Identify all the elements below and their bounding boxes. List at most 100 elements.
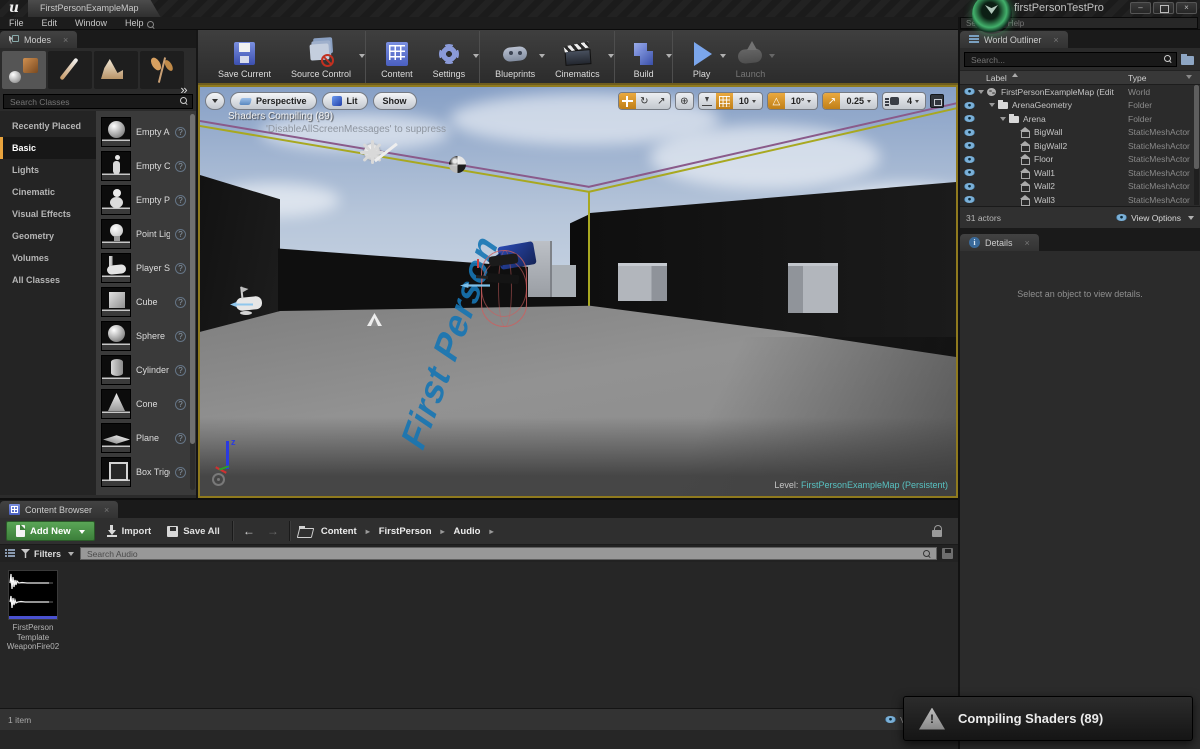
visibility-eye-icon[interactable] <box>964 169 975 176</box>
outliner-row[interactable]: ArenaGeometry Folder <box>960 99 1200 113</box>
help-icon[interactable] <box>175 127 186 138</box>
placement-category[interactable]: Lights <box>0 159 96 181</box>
lock-icon[interactable] <box>932 525 942 537</box>
source-control-button[interactable]: Source Control <box>281 31 366 83</box>
expander-icon[interactable] <box>989 103 995 110</box>
save-all-button[interactable]: Save All <box>163 526 224 537</box>
outliner-row[interactable]: Wall3 StaticMeshActor <box>960 193 1200 206</box>
visibility-eye-icon[interactable] <box>964 156 975 163</box>
camera-mode-button[interactable]: Perspective <box>230 92 317 110</box>
help-icon[interactable] <box>175 365 186 376</box>
place-item[interactable]: Point Ligh <box>101 217 186 251</box>
place-mode-tab[interactable] <box>2 51 46 89</box>
help-icon[interactable] <box>175 263 186 274</box>
save-search-icon[interactable] <box>942 548 953 559</box>
outliner-row[interactable]: Wall1 StaticMeshActor <box>960 166 1200 180</box>
menu-edit[interactable]: Edit <box>33 17 67 30</box>
grid-snap-button[interactable] <box>716 93 733 109</box>
view-mode-button[interactable]: Lit <box>322 92 368 110</box>
place-item[interactable]: Cube <box>101 285 186 319</box>
grid-snap-value[interactable]: 10 <box>733 93 762 109</box>
place-item[interactable]: Box Trigg <box>101 455 186 489</box>
place-item[interactable]: Empty Act <box>101 115 186 149</box>
help-icon[interactable] <box>175 195 186 206</box>
viewport-options-button[interactable] <box>205 92 225 110</box>
surface-snap-button[interactable] <box>699 93 716 109</box>
create-folder-icon[interactable] <box>1181 54 1196 66</box>
content-search-input[interactable] <box>80 547 937 560</box>
help-icon[interactable] <box>175 399 186 410</box>
cinematics-button[interactable]: Cinematics <box>545 31 615 83</box>
help-icon[interactable] <box>175 331 186 342</box>
close-icon[interactable]: × <box>104 505 109 515</box>
settings-button[interactable]: Settings <box>423 31 481 83</box>
maximize-viewport-button[interactable] <box>930 94 944 108</box>
maximize-button[interactable] <box>1153 2 1174 14</box>
help-icon[interactable] <box>175 297 186 308</box>
placement-category[interactable]: All Classes <box>0 269 96 291</box>
place-item[interactable]: Cone <box>101 387 186 421</box>
play-button[interactable]: Play <box>678 31 726 83</box>
static-mesh-box[interactable] <box>788 263 838 313</box>
save-current-button[interactable]: Save Current <box>208 31 281 83</box>
help-icon[interactable] <box>175 229 186 240</box>
translate-tool-button[interactable] <box>619 93 636 109</box>
scale-tool-button[interactable]: ↗ <box>653 93 670 109</box>
camera-speed-button[interactable] <box>883 93 901 109</box>
place-item[interactable]: Empty Cha <box>101 149 186 183</box>
import-button[interactable]: Import <box>103 525 156 537</box>
tab-details[interactable]: Details × <box>960 234 1039 251</box>
place-item[interactable]: Cylinder <box>101 353 186 387</box>
scale-snap-value[interactable]: 0.25 <box>840 93 877 109</box>
outliner-row[interactable]: Arena Folder <box>960 112 1200 126</box>
close-button[interactable]: × <box>1176 2 1197 14</box>
placement-scrollbar[interactable] <box>190 114 195 490</box>
help-icon[interactable] <box>175 467 186 478</box>
place-item[interactable]: Plane <box>101 421 186 455</box>
visibility-eye-icon[interactable] <box>964 196 975 203</box>
add-new-button[interactable]: Add New <box>6 521 95 541</box>
view-type-icon[interactable] <box>5 549 15 558</box>
outliner-view-options-button[interactable]: View Options <box>1116 213 1194 223</box>
outliner-row[interactable]: BigWall StaticMeshActor <box>960 126 1200 140</box>
back-button[interactable]: ← <box>241 524 257 538</box>
launch-button[interactable]: Launch <box>726 31 776 83</box>
help-icon[interactable] <box>175 433 186 444</box>
content-button[interactable]: Content <box>371 31 423 83</box>
outliner-row[interactable]: BigWall2 StaticMeshActor <box>960 139 1200 153</box>
placement-category[interactable]: Cinematic <box>0 181 96 203</box>
place-item[interactable]: Player Sta <box>101 251 186 285</box>
type-filter-icon[interactable] <box>1186 75 1192 82</box>
menu-window[interactable]: Window <box>66 17 116 30</box>
show-flags-button[interactable]: Show <box>373 92 417 110</box>
static-mesh-box[interactable] <box>552 265 576 297</box>
close-icon[interactable]: × <box>63 35 68 45</box>
placement-category[interactable]: Geometry <box>0 225 96 247</box>
scale-snap-button[interactable]: ↗ <box>823 93 840 109</box>
placement-category[interactable]: Basic <box>0 137 96 159</box>
close-icon[interactable]: × <box>1025 238 1030 248</box>
outliner-row[interactable]: FirstPersonExampleMap (Edit World <box>960 85 1200 99</box>
breadcrumb-item[interactable]: FirstPerson <box>379 526 445 537</box>
static-mesh-box[interactable] <box>618 263 667 301</box>
landscape-mode-tab[interactable] <box>94 51 138 89</box>
asset-tile[interactable]: FirstPerson Template WeaponFire02 <box>6 570 60 652</box>
reflection-capture-sprite[interactable] <box>449 156 466 173</box>
outliner-row[interactable]: Wall2 StaticMeshActor <box>960 180 1200 194</box>
placement-category[interactable]: Recently Placed <box>0 115 96 137</box>
filters-button[interactable]: Filters <box>21 549 74 559</box>
document-tab[interactable]: FirstPersonExampleMap <box>28 0 161 17</box>
outliner-search-input[interactable] <box>964 52 1177 67</box>
tab-modes[interactable]: Modes × <box>0 31 77 48</box>
minimize-button[interactable]: – <box>1130 2 1151 14</box>
place-item[interactable]: Empty Paw <box>101 183 186 217</box>
visibility-eye-icon[interactable] <box>964 102 975 109</box>
level-viewport[interactable]: First Person z <box>198 85 958 498</box>
world-local-toggle-button[interactable]: ⊕ <box>676 93 693 109</box>
tab-content-browser[interactable]: Content Browser × <box>0 501 118 518</box>
help-icon[interactable] <box>175 161 186 172</box>
build-button[interactable]: Build <box>620 31 673 83</box>
rotation-snap-value[interactable]: 10° <box>785 93 818 109</box>
visibility-eye-icon[interactable] <box>964 115 975 122</box>
visibility-eye-icon[interactable] <box>964 129 975 136</box>
